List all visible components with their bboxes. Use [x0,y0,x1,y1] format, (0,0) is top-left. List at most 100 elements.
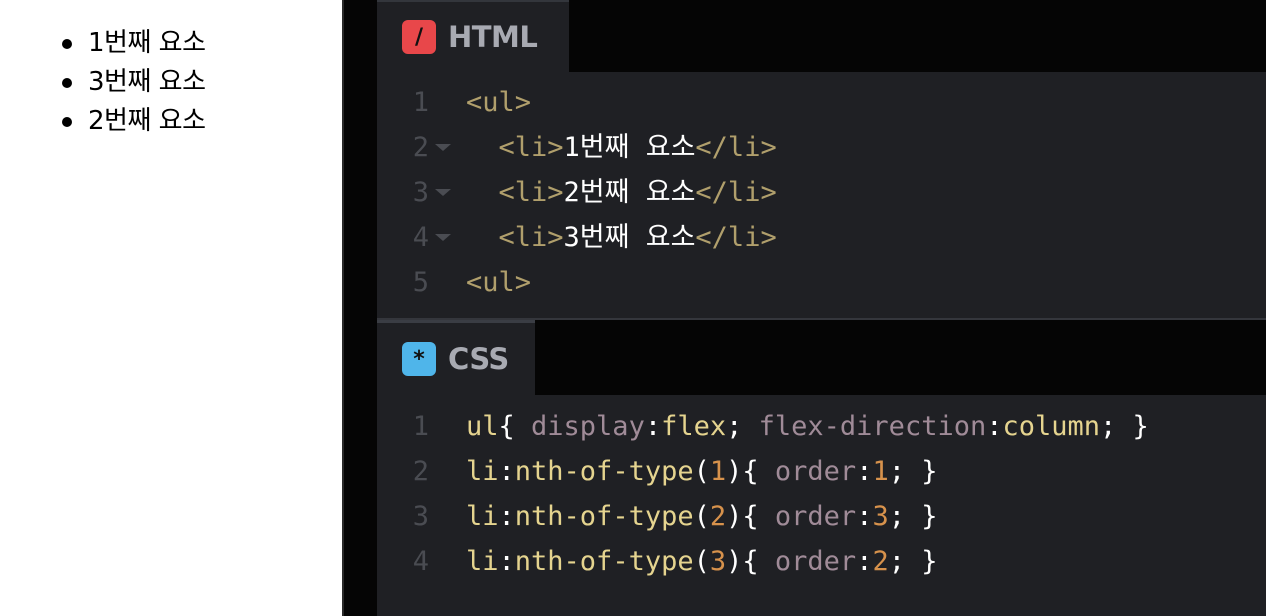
css-punc-token: ( [693,546,710,577]
code-text: li:nth-of-type(3){ order:2; } [466,539,938,584]
line-number: 1 [412,87,429,118]
open-tag-token: <li> [498,222,564,253]
preview-pane: 1번째 요소 3번째 요소 2번째 요소 [0,0,342,616]
close-tag-token: </li> [695,177,777,208]
css-punc-token: : [498,546,515,577]
css-punc-token: ( [693,456,710,487]
css-sel-token: nth-of-type [514,546,694,577]
css-tab-bar: * CSS [377,320,1266,395]
close-tag-token: </li> [695,132,777,163]
fold-arrow-icon[interactable] [435,234,451,241]
line-number: 4 [412,546,429,577]
css-asterisk-icon: * [402,342,436,376]
css-prop-token: order [774,546,857,577]
css-punc-token: ; } [888,546,938,577]
code-text: <li>3번째 요소</li> [466,215,777,260]
code-line: 3 li:nth-of-type(2){ order:3; } [377,494,1266,539]
code-line: 2 <li>1번째 요소</li> [377,125,1266,170]
line-number: 2 [412,132,429,163]
line-number: 2 [412,456,429,487]
css-punc-token: : [856,501,873,532]
preview-item-text: 2번째 요소 [88,106,206,136]
bullet-icon [62,39,72,49]
line-number: 3 [412,177,429,208]
bullet-icon [62,78,72,88]
code-text: ul{ display:flex; flex-direction:column;… [466,404,1149,449]
code-line: 4 <li>3번째 요소</li> [377,215,1266,260]
css-sel-token: li [466,456,499,487]
css-prop-token: flex-direction [758,411,987,442]
code-line: 2 li:nth-of-type(1){ order:1; } [377,449,1266,494]
preview-item-text: 3번째 요소 [88,67,206,97]
css-prop-token: display [531,411,645,442]
css-punc-token: ( [693,501,710,532]
code-text: <li>1번째 요소</li> [466,125,777,170]
line-number: 4 [412,222,429,253]
css-prop-token: order [774,501,857,532]
open-tag-token: <li> [498,132,564,163]
line-number: 3 [412,501,429,532]
html-tab-bar: / HTML [377,0,1266,72]
css-num-token: 1 [872,456,889,487]
css-punc-token: ; } [888,501,938,532]
css-sel-token: li [466,546,499,577]
css-punc-token: ; } [1100,411,1149,442]
html-code-editor[interactable]: 1 <ul> 2 <li>1번째 요소</li> 3 <li>2번째 요소</li> 4… [377,80,1266,305]
tab-css[interactable]: * CSS [377,320,535,395]
css-sel-token: nth-of-type [514,501,694,532]
tab-html-label: HTML [448,20,538,54]
css-num-token: 2 [709,501,727,532]
html-slash-icon: / [402,20,436,54]
css-punc-token: : [644,411,662,442]
text-token: 3번째 요소 [563,222,696,253]
css-punc-token: ){ [726,546,775,577]
preview-list-item: 1번째 요소 [62,24,206,63]
code-text: li:nth-of-type(1){ order:1; } [466,449,938,494]
css-sel-token: li [466,501,499,532]
close-tag-token: </li> [695,222,777,253]
css-punc-token: { [498,411,532,442]
html-editor-pane: / HTML 1 <ul> 2 <li>1번째 요소</li> 3 <li>2번째 요… [377,0,1266,318]
css-punc-token: : [856,456,873,487]
preview-list-item: 3번째 요소 [62,63,206,102]
code-line: 4 li:nth-of-type(3){ order:2; } [377,539,1266,584]
css-prop-token: order [774,456,857,487]
open-tag-token: <ul> [466,267,532,298]
line-number: 1 [412,411,429,442]
tab-css-label: CSS [448,342,509,376]
open-tag-token: <li> [498,177,564,208]
code-line: 5 <ul> [377,260,1266,305]
preview-list: 1번째 요소 3번째 요소 2번째 요소 [62,24,206,141]
tab-html[interactable]: / HTML [377,0,569,72]
code-text: li:nth-of-type(2){ order:3; } [466,494,938,539]
fold-arrow-icon[interactable] [435,189,451,196]
editor-gutter-strip [344,0,377,616]
css-punc-token: ; } [888,456,938,487]
code-text: <ul> [466,260,531,305]
css-punc-token: : [856,546,873,577]
css-punc-token: : [986,411,1003,442]
preview-item-text: 1번째 요소 [88,28,206,58]
text-token: 1번째 요소 [563,132,696,163]
code-line: 1 <ul> [377,80,1266,125]
css-punc-token: ){ [726,501,775,532]
css-num-token: 3 [709,546,727,577]
css-sel-token: nth-of-type [514,456,694,487]
css-num-token: 2 [872,546,889,577]
text-token: 2번째 요소 [563,177,696,208]
open-tag-token: <ul> [466,87,532,118]
code-line: 1 ul{ display:flex; flex-direction:column… [377,404,1266,449]
css-punc-token: : [498,456,515,487]
fold-arrow-icon[interactable] [435,144,451,151]
css-punc-token: ; [726,411,759,442]
css-num-token: 3 [872,501,889,532]
code-line: 3 <li>2번째 요소</li> [377,170,1266,215]
css-punc-token: ){ [726,456,775,487]
line-number: 5 [412,267,429,298]
bullet-icon [62,117,72,127]
code-text: <li>2번째 요소</li> [466,170,777,215]
css-code-editor[interactable]: 1 ul{ display:flex; flex-direction:column… [377,404,1266,584]
